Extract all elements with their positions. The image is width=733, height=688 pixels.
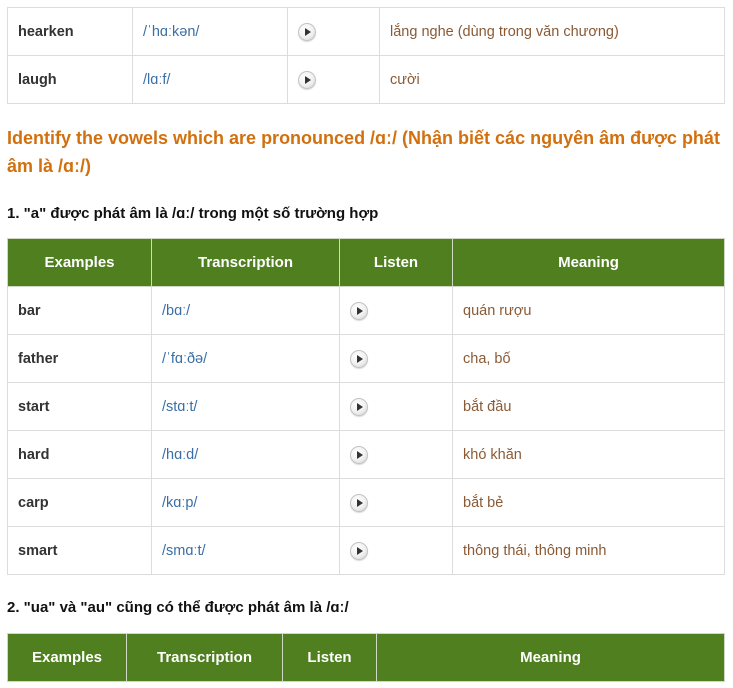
meaning: quán rượu (452, 286, 725, 335)
listen-cell (339, 478, 453, 527)
meaning: lắng nghe (dùng trong văn chương) (379, 7, 725, 56)
header-listen: Listen (339, 238, 453, 287)
play-audio-icon[interactable] (350, 493, 368, 512)
header-examples: Examples (7, 238, 152, 287)
table-row: hearken /ˈhɑːkən/ lắng nghe (dùng trong … (7, 7, 725, 56)
listen-cell (339, 286, 453, 335)
example-word: hard (7, 430, 152, 479)
example-word: father (7, 334, 152, 383)
transcription: /ˈfɑːðə/ (151, 334, 340, 383)
meaning: bắt đầu (452, 382, 725, 431)
header-meaning: Meaning (452, 238, 725, 287)
listen-cell (287, 7, 380, 56)
previous-vocabulary-table: hearken /ˈhɑːkən/ lắng nghe (dùng trong … (7, 7, 725, 104)
meaning: cười (379, 55, 725, 104)
meaning: khó khăn (452, 430, 725, 479)
transcription: /hɑːd/ (151, 430, 340, 479)
meaning: thông thái, thông minh (452, 526, 725, 575)
section-2-title: 2. "ua" và "au" cũng có thể được phát âm… (7, 599, 349, 616)
listen-cell (287, 55, 380, 104)
listen-cell (339, 334, 453, 383)
example-word: smart (7, 526, 152, 575)
header-transcription: Transcription (126, 633, 283, 682)
transcription: /stɑːt/ (151, 382, 340, 431)
listen-cell (339, 382, 453, 431)
play-audio-icon[interactable] (350, 397, 368, 416)
play-audio-icon[interactable] (298, 22, 316, 41)
header-transcription: Transcription (151, 238, 340, 287)
play-audio-icon[interactable] (298, 70, 316, 89)
meaning: bắt bẻ (452, 478, 725, 527)
transcription: /kɑːp/ (151, 478, 340, 527)
header-listen: Listen (282, 633, 377, 682)
play-audio-icon[interactable] (350, 541, 368, 560)
example-word: hearken (7, 7, 133, 56)
play-audio-icon[interactable] (350, 445, 368, 464)
table-row: laugh /lɑːf/ cười (7, 55, 725, 104)
section-1-table: Examples Transcription Listen Meaning ba… (7, 238, 725, 575)
example-word: laugh (7, 55, 133, 104)
table-row: carp /kɑːp/ bắt bẻ (7, 478, 725, 527)
play-audio-icon[interactable] (350, 349, 368, 368)
table-row: smart /smɑːt/ thông thái, thông minh (7, 526, 725, 575)
transcription: /ˈhɑːkən/ (132, 7, 288, 56)
table-header-row: Examples Transcription Listen Meaning (7, 238, 725, 287)
transcription: /lɑːf/ (132, 55, 288, 104)
section-heading: Identify the vowels which are pronounced… (7, 128, 720, 176)
table-row: bar /bɑː/ quán rượu (7, 286, 725, 335)
listen-cell (339, 526, 453, 575)
transcription: /bɑː/ (151, 286, 340, 335)
header-meaning: Meaning (376, 633, 725, 682)
section-2-table: Examples Transcription Listen Meaning (7, 633, 725, 682)
example-word: start (7, 382, 152, 431)
table-row: father /ˈfɑːðə/ cha, bố (7, 334, 725, 383)
transcription: /smɑːt/ (151, 526, 340, 575)
example-word: bar (7, 286, 152, 335)
table-row: start /stɑːt/ bắt đầu (7, 382, 725, 431)
table-header-row: Examples Transcription Listen Meaning (7, 633, 725, 682)
table-row: hard /hɑːd/ khó khăn (7, 430, 725, 479)
meaning: cha, bố (452, 334, 725, 383)
listen-cell (339, 430, 453, 479)
play-audio-icon[interactable] (350, 301, 368, 320)
header-examples: Examples (7, 633, 127, 682)
example-word: carp (7, 478, 152, 527)
section-1-title: 1. "a" được phát âm là /ɑː/ trong một số… (7, 205, 379, 222)
